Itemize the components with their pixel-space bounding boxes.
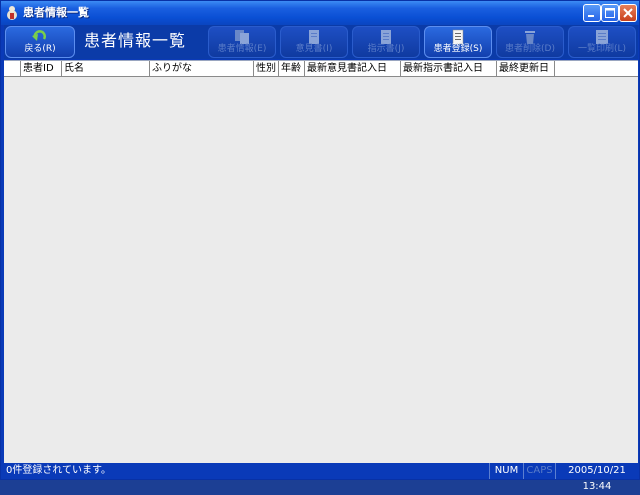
status-message: 0件登録されています。	[6, 465, 112, 476]
table-header: 患者ID 氏名 ふりがな 性別 年齢 最新意見書記入日 最新指示書記入日 最終更…	[4, 61, 638, 77]
instruction-label: 指示書(J)	[367, 44, 405, 54]
document-icon	[309, 30, 319, 44]
print-list-button[interactable]: 一覧印刷(L)	[568, 26, 636, 58]
print-list-label: 一覧印刷(L)	[577, 44, 627, 54]
column-header-latest-instruction-date[interactable]: 最新指示書記入日	[401, 61, 497, 76]
patient-register-label: 患者登録(S)	[433, 44, 483, 54]
column-header-last-updated[interactable]: 最終更新日	[497, 61, 555, 76]
column-header-furigana[interactable]: ふりがな	[150, 61, 254, 76]
opinion-label: 意見書(I)	[295, 44, 333, 54]
document-lines-icon	[381, 30, 391, 44]
print-list-icon	[596, 30, 608, 44]
main-window: 患者情報一覧 戻る(R) 患者情報一覧 患者情報(E) 意見書(I) 指示書(J…	[0, 0, 640, 492]
patient-info-label: 患者情報(E)	[217, 44, 267, 54]
column-header-latest-opinion-date[interactable]: 最新意見書記入日	[305, 61, 401, 76]
column-header-name[interactable]: 氏名	[62, 61, 150, 76]
opinion-button[interactable]: 意見書(I)	[280, 26, 348, 58]
close-button[interactable]	[619, 4, 637, 22]
maximize-button[interactable]	[601, 4, 619, 22]
column-header-age[interactable]: 年齢	[279, 61, 305, 76]
status-bar: 0件登録されています。 NUM CAPS 2005/10/21 13:44	[4, 463, 638, 492]
toolbar: 戻る(R) 患者情報一覧 患者情報(E) 意見書(I) 指示書(J) 患者登録(…	[4, 25, 638, 59]
close-icon	[623, 8, 633, 18]
patient-delete-button[interactable]: 患者削除(D)	[496, 26, 564, 58]
copy-pages-icon	[235, 30, 249, 44]
status-datetime: 2005/10/21 13:44	[555, 463, 638, 492]
minimize-icon	[588, 15, 594, 17]
back-button-label: 戻る(R)	[24, 44, 56, 54]
column-header-patient-id[interactable]: 患者ID	[21, 61, 62, 76]
caps-lock-indicator: CAPS	[523, 463, 555, 479]
column-header-sex[interactable]: 性別	[254, 61, 279, 76]
screen-title: 患者情報一覧	[84, 31, 187, 50]
patient-delete-label: 患者削除(D)	[505, 44, 555, 54]
patient-register-button[interactable]: 患者登録(S)	[424, 26, 492, 58]
num-lock-indicator: NUM	[489, 463, 523, 479]
maximize-icon	[605, 8, 615, 18]
patient-table[interactable]: 患者ID 氏名 ふりがな 性別 年齢 最新意見書記入日 最新指示書記入日 最終更…	[4, 60, 638, 463]
app-icon[interactable]	[5, 5, 19, 21]
register-document-icon	[452, 29, 464, 45]
column-header-select[interactable]	[4, 61, 21, 76]
instruction-button[interactable]: 指示書(J)	[352, 26, 420, 58]
back-arrow-icon	[32, 30, 46, 41]
window-title: 患者情報一覧	[23, 6, 89, 19]
back-button[interactable]: 戻る(R)	[5, 26, 75, 58]
trash-icon	[525, 31, 535, 44]
title-bar[interactable]: 患者情報一覧	[1, 1, 639, 25]
patient-info-button[interactable]: 患者情報(E)	[208, 26, 276, 58]
minimize-button[interactable]	[583, 4, 601, 22]
